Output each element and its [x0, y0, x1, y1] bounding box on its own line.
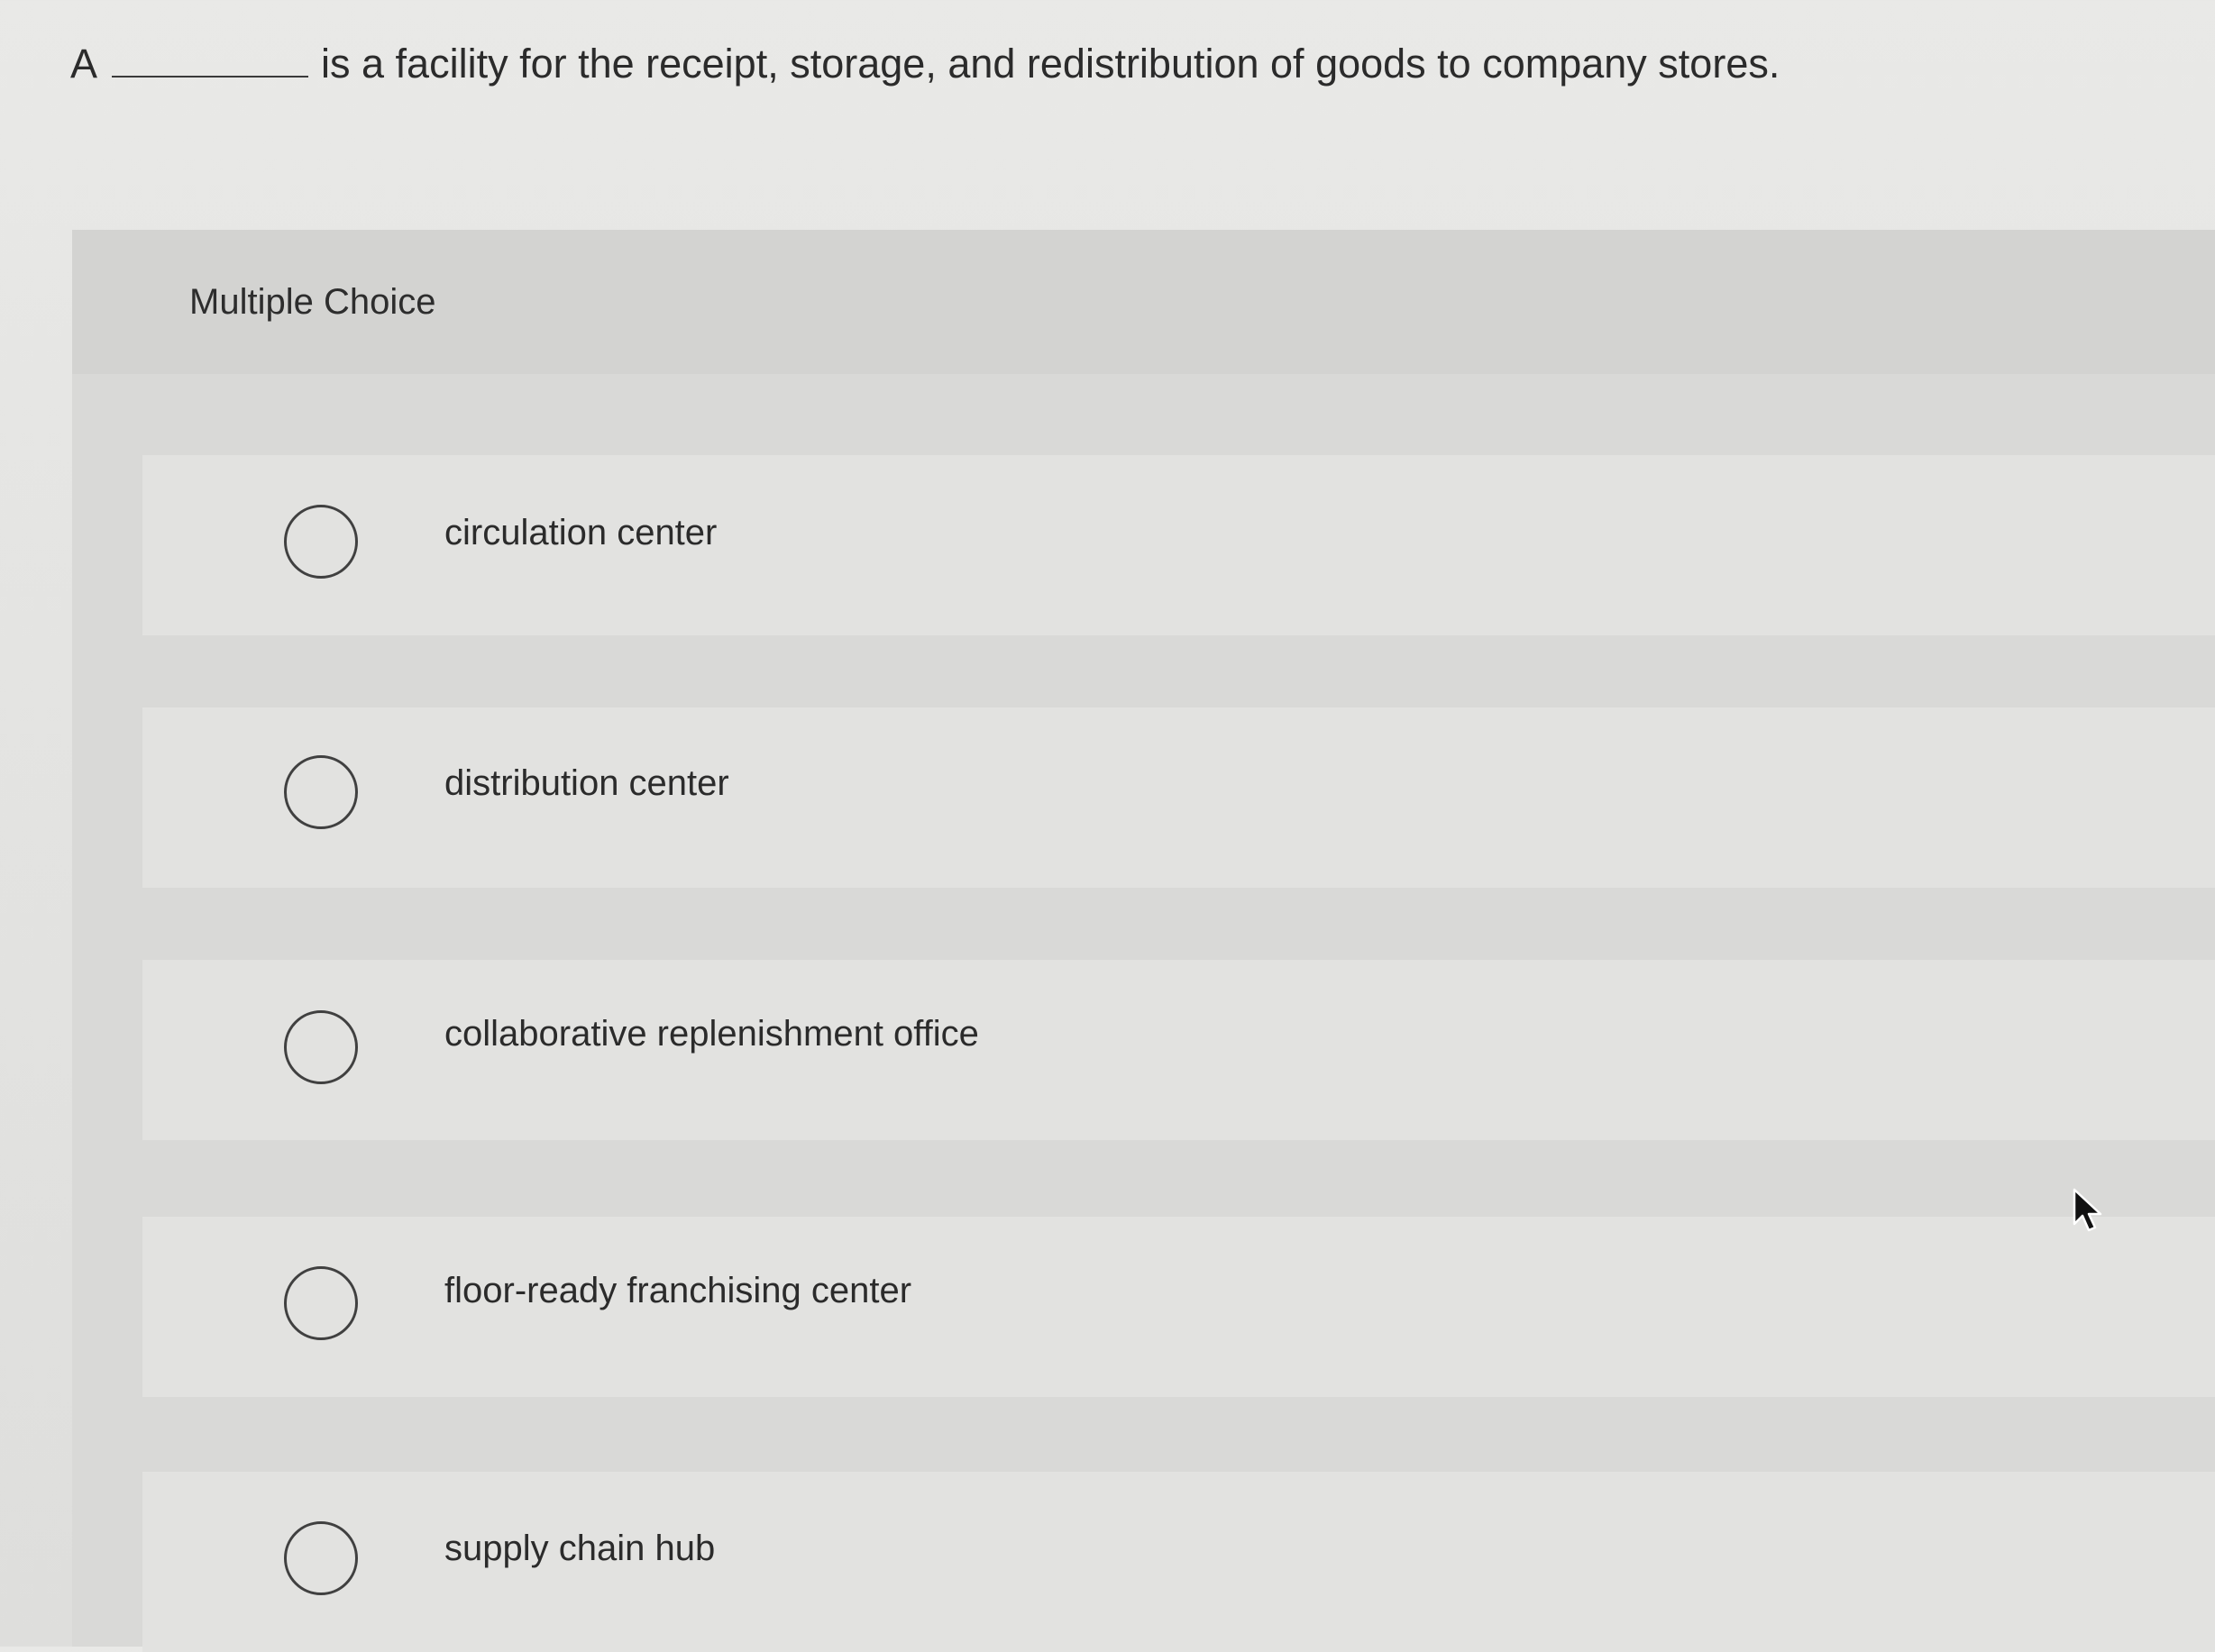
radio-button-icon[interactable]: [284, 505, 358, 579]
panel-header: Multiple Choice: [72, 230, 2215, 374]
panel-title: Multiple Choice: [189, 282, 436, 322]
answer-option[interactable]: distribution center: [142, 707, 2215, 888]
radio-button-icon[interactable]: [284, 1266, 358, 1340]
mouse-pointer-icon: [2073, 1188, 2102, 1232]
option-label[interactable]: collaborative replenishment office: [444, 1007, 979, 1061]
option-label[interactable]: distribution center: [444, 756, 729, 810]
answer-option[interactable]: collaborative replenishment office: [142, 960, 2215, 1140]
answer-option[interactable]: circulation center: [142, 455, 2215, 635]
multiple-choice-panel: Multiple Choice circulation center distr…: [72, 230, 2215, 1652]
radio-button-icon[interactable]: [284, 1521, 358, 1595]
radio-button-icon[interactable]: [284, 1010, 358, 1084]
answer-option[interactable]: supply chain hub: [142, 1472, 2215, 1652]
option-label[interactable]: floor-ready franchising center: [444, 1264, 911, 1318]
option-label[interactable]: supply chain hub: [444, 1521, 715, 1575]
answer-blank: [112, 41, 309, 78]
answer-option[interactable]: floor-ready franchising center: [142, 1217, 2215, 1397]
radio-button-icon[interactable]: [284, 755, 358, 829]
question-text: A is a facility for the receipt, storage…: [70, 32, 1780, 96]
question-prefix: A: [70, 41, 98, 87]
question-body: is a facility for the receipt, storage, …: [321, 41, 1780, 87]
option-label[interactable]: circulation center: [444, 506, 717, 560]
